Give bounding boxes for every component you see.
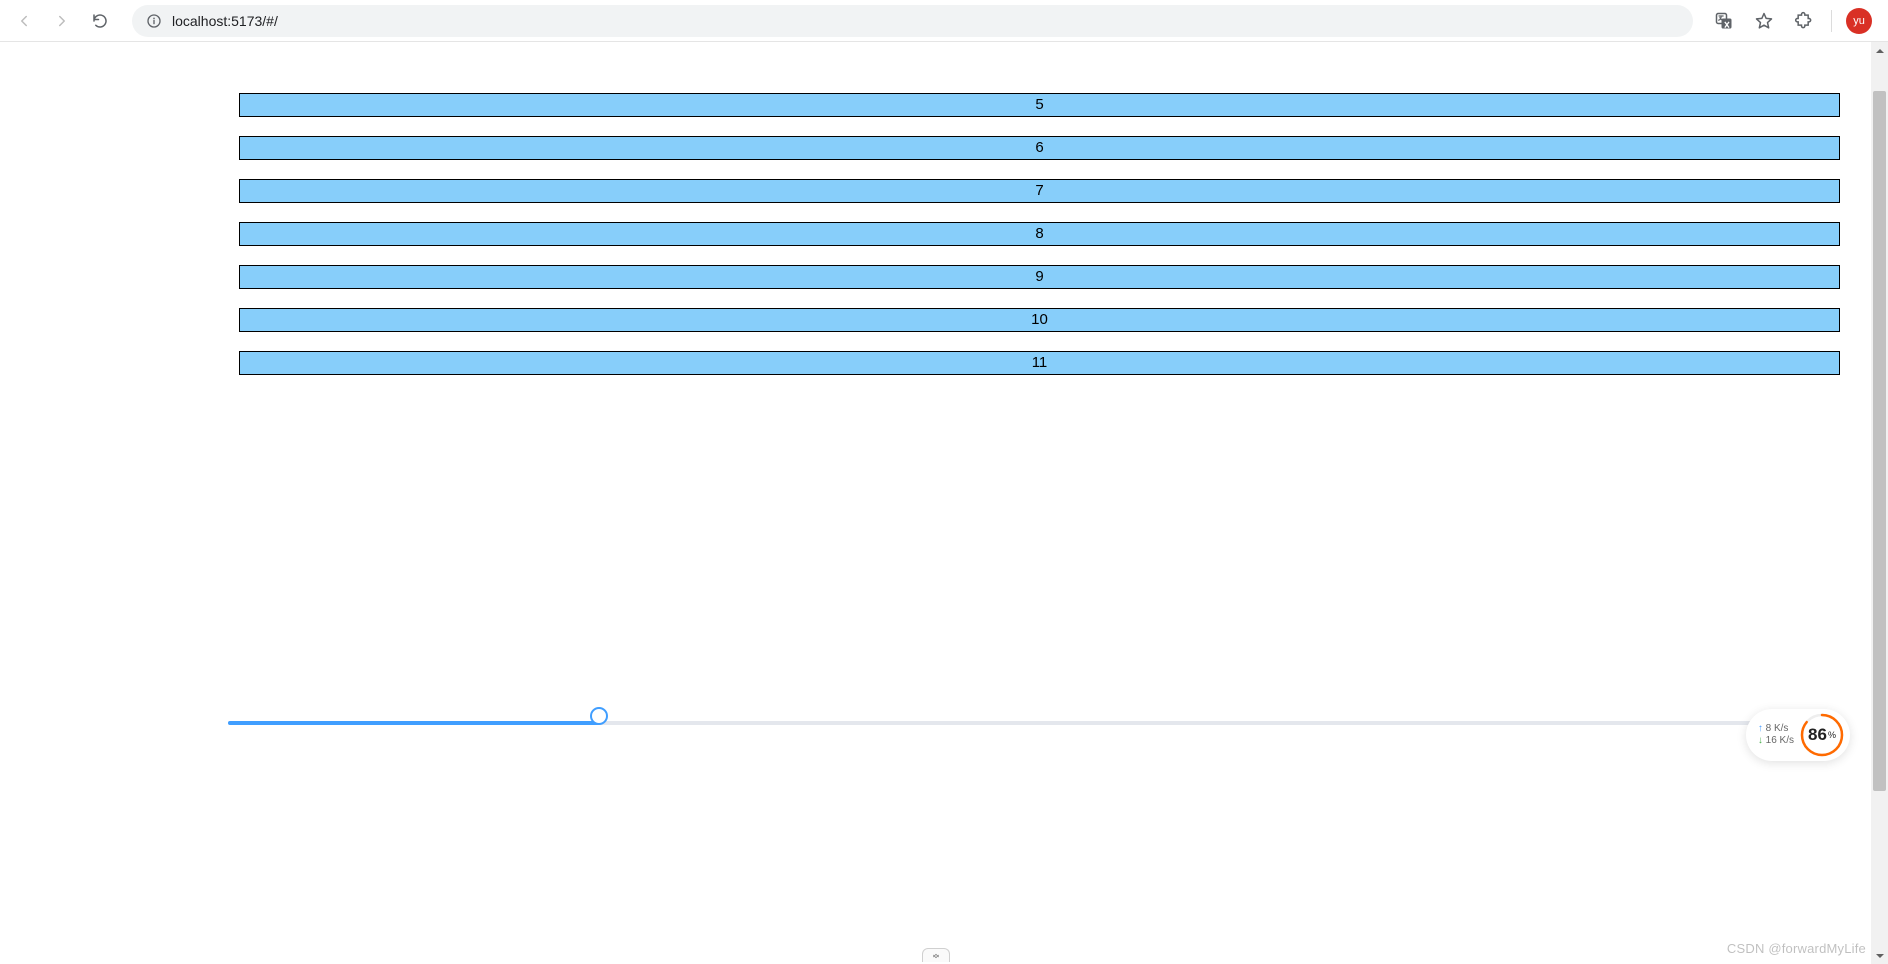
list-item-label: 10: [1031, 311, 1048, 328]
slider-fill: [228, 721, 599, 725]
scroll-thumb[interactable]: [1873, 91, 1886, 791]
chevron-down-icon: [929, 951, 943, 961]
back-button[interactable]: [10, 7, 38, 35]
arrow-right-icon: [53, 12, 71, 30]
slider-track: [228, 721, 1839, 725]
browser-chrome: localhost:5173/#/ yu: [0, 0, 1888, 42]
arrow-left-icon: [15, 12, 33, 30]
page-content: 5 6 7 8 9 10 11: [0, 42, 1871, 964]
reload-icon: [91, 12, 109, 30]
reload-button[interactable]: [86, 7, 114, 35]
list-item-label: 5: [1035, 96, 1043, 113]
caret-up-icon: [1875, 46, 1885, 56]
collapse-handle[interactable]: [922, 948, 950, 962]
page-viewport: 5 6 7 8 9 10 11 8 K/s 1: [0, 42, 1888, 964]
network-percent-circle: 86%: [1800, 713, 1844, 757]
star-icon: [1754, 11, 1774, 31]
puzzle-icon: [1794, 11, 1814, 31]
progress-ring-icon: [1800, 713, 1844, 757]
slider-handle[interactable]: [590, 707, 608, 725]
toolbar-separator: [1831, 10, 1832, 32]
list-item: 9: [239, 265, 1840, 289]
list-item-label: 9: [1035, 268, 1043, 285]
caret-down-icon: [1875, 951, 1885, 961]
list-container: 5 6 7 8 9 10 11: [239, 93, 1840, 394]
profile-avatar[interactable]: yu: [1846, 8, 1872, 34]
address-bar[interactable]: localhost:5173/#/: [132, 5, 1693, 37]
list-item-label: 8: [1035, 225, 1043, 242]
vertical-scrollbar[interactable]: [1871, 42, 1888, 964]
network-widget[interactable]: 8 K/s 16 K/s 86%: [1746, 709, 1850, 761]
list-item: 6: [239, 136, 1840, 160]
scroll-up-arrow[interactable]: [1871, 42, 1888, 59]
translate-button[interactable]: [1711, 8, 1737, 34]
forward-button[interactable]: [48, 7, 76, 35]
list-item-label: 6: [1035, 139, 1043, 156]
network-speeds: 8 K/s 16 K/s: [1758, 723, 1794, 748]
avatar-label: yu: [1853, 15, 1865, 27]
extensions-button[interactable]: [1791, 8, 1817, 34]
list-item: 5: [239, 93, 1840, 117]
address-bar-url: localhost:5173/#/: [172, 13, 278, 29]
translate-icon: [1714, 11, 1734, 31]
slider[interactable]: [228, 714, 1839, 732]
list-item: 10: [239, 308, 1840, 332]
list-item: 8: [239, 222, 1840, 246]
list-item: 11: [239, 351, 1840, 375]
toolbar-right: yu: [1711, 8, 1878, 34]
list-item-label: 11: [1032, 354, 1048, 371]
list-item: 7: [239, 179, 1840, 203]
bookmark-button[interactable]: [1751, 8, 1777, 34]
list-item-label: 7: [1035, 182, 1043, 199]
watermark-text: CSDN @forwardMyLife: [1727, 941, 1866, 956]
upload-speed: 8 K/s: [1758, 723, 1794, 736]
download-speed: 16 K/s: [1758, 735, 1794, 748]
scroll-down-arrow[interactable]: [1871, 947, 1888, 964]
site-info-icon[interactable]: [146, 13, 162, 29]
